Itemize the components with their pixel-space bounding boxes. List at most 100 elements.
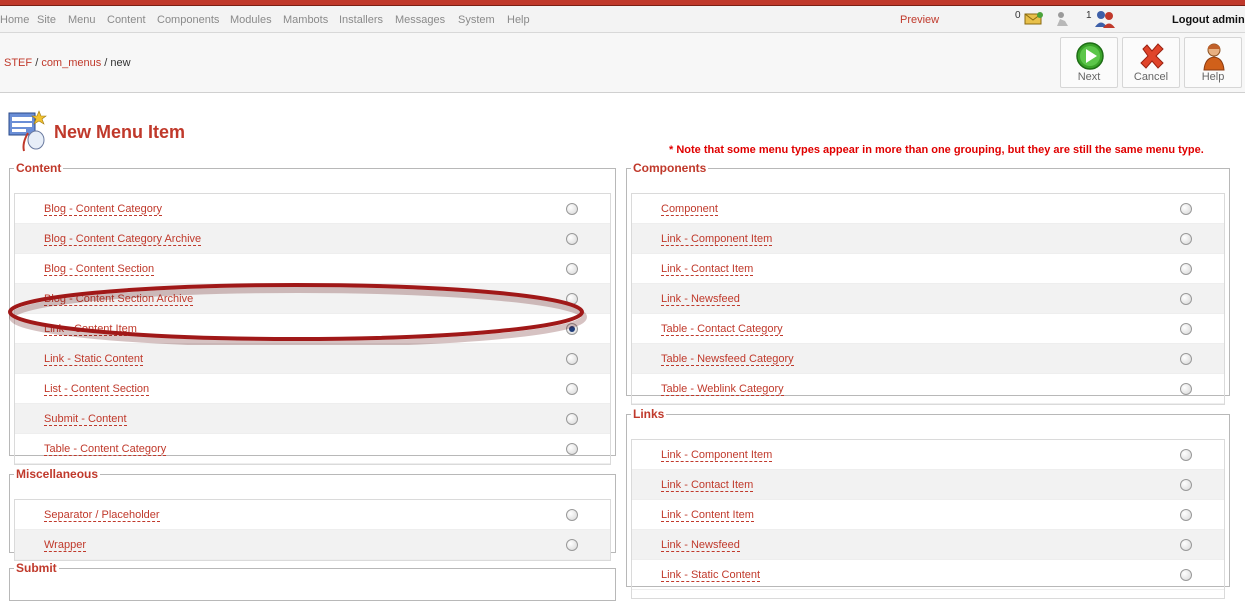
item-radio-selected[interactable] <box>566 323 578 335</box>
menu-help[interactable]: Help <box>507 14 530 26</box>
item-radio[interactable] <box>1180 203 1192 215</box>
item-radio[interactable] <box>566 509 578 521</box>
list-item[interactable]: Blog - Content Section <box>15 254 610 284</box>
cancel-button[interactable]: Cancel <box>1122 37 1180 88</box>
list-item[interactable]: Table - Newsfeed Category <box>632 344 1224 374</box>
item-label[interactable]: Link - Static Content <box>44 353 144 366</box>
item-radio[interactable] <box>1180 233 1192 245</box>
list-item[interactable]: Link - Content Item <box>632 500 1224 530</box>
item-label[interactable]: Link - Newsfeed <box>661 539 740 552</box>
list-item[interactable]: Table - Contact Category <box>632 314 1224 344</box>
next-button[interactable]: Next <box>1060 37 1118 88</box>
item-radio[interactable] <box>566 539 578 551</box>
item-label[interactable]: Table - Contact Category <box>661 323 783 336</box>
menu-content[interactable]: Content <box>107 14 146 26</box>
item-label[interactable]: Link - Content Item <box>44 323 137 336</box>
submit-legend: Submit <box>16 561 57 575</box>
item-radio[interactable] <box>566 203 578 215</box>
item-radio[interactable] <box>1180 383 1192 395</box>
users-count: 1 <box>1086 10 1092 21</box>
item-radio[interactable] <box>566 383 578 395</box>
item-radio[interactable] <box>1180 353 1192 365</box>
item-label[interactable]: Link - Contact Item <box>661 479 754 492</box>
list-item[interactable]: Link - Newsfeed <box>632 284 1224 314</box>
list-item[interactable]: Link - Static Content <box>632 560 1224 590</box>
menu-home[interactable]: Home <box>0 14 29 26</box>
item-label[interactable]: Link - Newsfeed <box>661 293 740 306</box>
list-item[interactable]: Link - Contact Item <box>632 254 1224 284</box>
list-item[interactable]: Table - Weblink Category <box>632 374 1224 404</box>
item-radio[interactable] <box>566 233 578 245</box>
item-label[interactable]: Blog - Content Category Archive <box>44 233 202 246</box>
list-item[interactable]: List - Content Section <box>15 374 610 404</box>
list-item[interactable]: Wrapper <box>15 530 610 560</box>
list-item[interactable]: Blog - Content Category <box>15 194 610 224</box>
item-label[interactable]: Link - Static Content <box>661 569 761 582</box>
list-item[interactable]: Separator / Placeholder <box>15 500 610 530</box>
item-label[interactable]: Blog - Content Category <box>44 203 163 216</box>
item-radio[interactable] <box>1180 293 1192 305</box>
item-label[interactable]: Link - Component Item <box>661 233 773 246</box>
item-label[interactable]: Link - Contact Item <box>661 263 754 276</box>
menu-menu[interactable]: Menu <box>68 14 96 26</box>
item-label[interactable]: Table - Newsfeed Category <box>661 353 794 366</box>
item-radio[interactable] <box>566 413 578 425</box>
item-label[interactable]: Separator / Placeholder <box>44 509 160 522</box>
list-item[interactable]: Blog - Content Category Archive <box>15 224 610 254</box>
list-item[interactable]: Component <box>632 194 1224 224</box>
item-radio[interactable] <box>1180 539 1192 551</box>
submit-group: Submit <box>9 561 616 601</box>
list-item[interactable]: Link - Component Item <box>632 440 1224 470</box>
item-radio[interactable] <box>566 293 578 305</box>
list-item[interactable]: Table - Content Category <box>15 434 610 464</box>
menu-installers[interactable]: Installers <box>339 14 383 26</box>
item-label[interactable]: Table - Weblink Category <box>661 383 784 396</box>
list-item[interactable]: Link - Newsfeed <box>632 530 1224 560</box>
item-label[interactable]: Table - Content Category <box>44 443 167 456</box>
list-item[interactable]: Link - Static Content <box>15 344 610 374</box>
menu-messages[interactable]: Messages <box>395 14 445 26</box>
item-label[interactable]: Link - Component Item <box>661 449 773 462</box>
help-button[interactable]: Help <box>1184 37 1242 88</box>
item-label[interactable]: Blog - Content Section <box>44 263 155 276</box>
item-radio[interactable] <box>1180 263 1192 275</box>
item-label[interactable]: Component <box>661 203 718 216</box>
help-person-icon <box>1203 43 1225 71</box>
breadcrumb-current: new <box>110 57 131 69</box>
toolbar: STEF / com_menus / new Next Cancel Help <box>0 33 1245 93</box>
item-radio[interactable] <box>566 263 578 275</box>
item-radio[interactable] <box>1180 509 1192 521</box>
item-radio[interactable] <box>1180 479 1192 491</box>
list-item-selected[interactable]: Link - Content Item <box>15 314 610 344</box>
cancel-label: Cancel <box>1133 71 1169 83</box>
mail-icon[interactable] <box>1023 10 1045 26</box>
breadcrumb: STEF / com_menus / new <box>4 57 131 69</box>
item-label[interactable]: Link - Content Item <box>661 509 754 522</box>
item-label[interactable]: Blog - Content Section Archive <box>44 293 194 306</box>
breadcrumb-site[interactable]: STEF <box>4 57 32 69</box>
item-radio[interactable] <box>1180 449 1192 461</box>
menu-site[interactable]: Site <box>37 14 56 26</box>
logout-link[interactable]: Logout admin <box>1172 14 1245 26</box>
list-item[interactable]: Link - Contact Item <box>632 470 1224 500</box>
list-item[interactable]: Submit - Content <box>15 404 610 434</box>
item-radio[interactable] <box>566 443 578 455</box>
page-title: New Menu Item <box>54 122 186 142</box>
item-radio[interactable] <box>1180 323 1192 335</box>
users-icon[interactable] <box>1094 10 1116 28</box>
item-label[interactable]: Wrapper <box>44 539 86 552</box>
preview-link[interactable]: Preview <box>900 14 939 26</box>
user-status-icon[interactable] <box>1056 11 1070 27</box>
item-radio[interactable] <box>1180 569 1192 581</box>
item-label[interactable]: Submit - Content <box>44 413 127 426</box>
list-item[interactable]: Blog - Content Section Archive <box>15 284 610 314</box>
menu-modules[interactable]: Modules <box>230 14 272 26</box>
item-label[interactable]: List - Content Section <box>44 383 150 396</box>
menu-type-note: * Note that some menu types appear in mo… <box>669 144 1204 156</box>
menu-components[interactable]: Components <box>157 14 219 26</box>
item-radio[interactable] <box>566 353 578 365</box>
list-item[interactable]: Link - Component Item <box>632 224 1224 254</box>
breadcrumb-component[interactable]: com_menus <box>41 57 101 69</box>
menu-mambots[interactable]: Mambots <box>283 14 328 26</box>
menu-system[interactable]: System <box>458 14 495 26</box>
